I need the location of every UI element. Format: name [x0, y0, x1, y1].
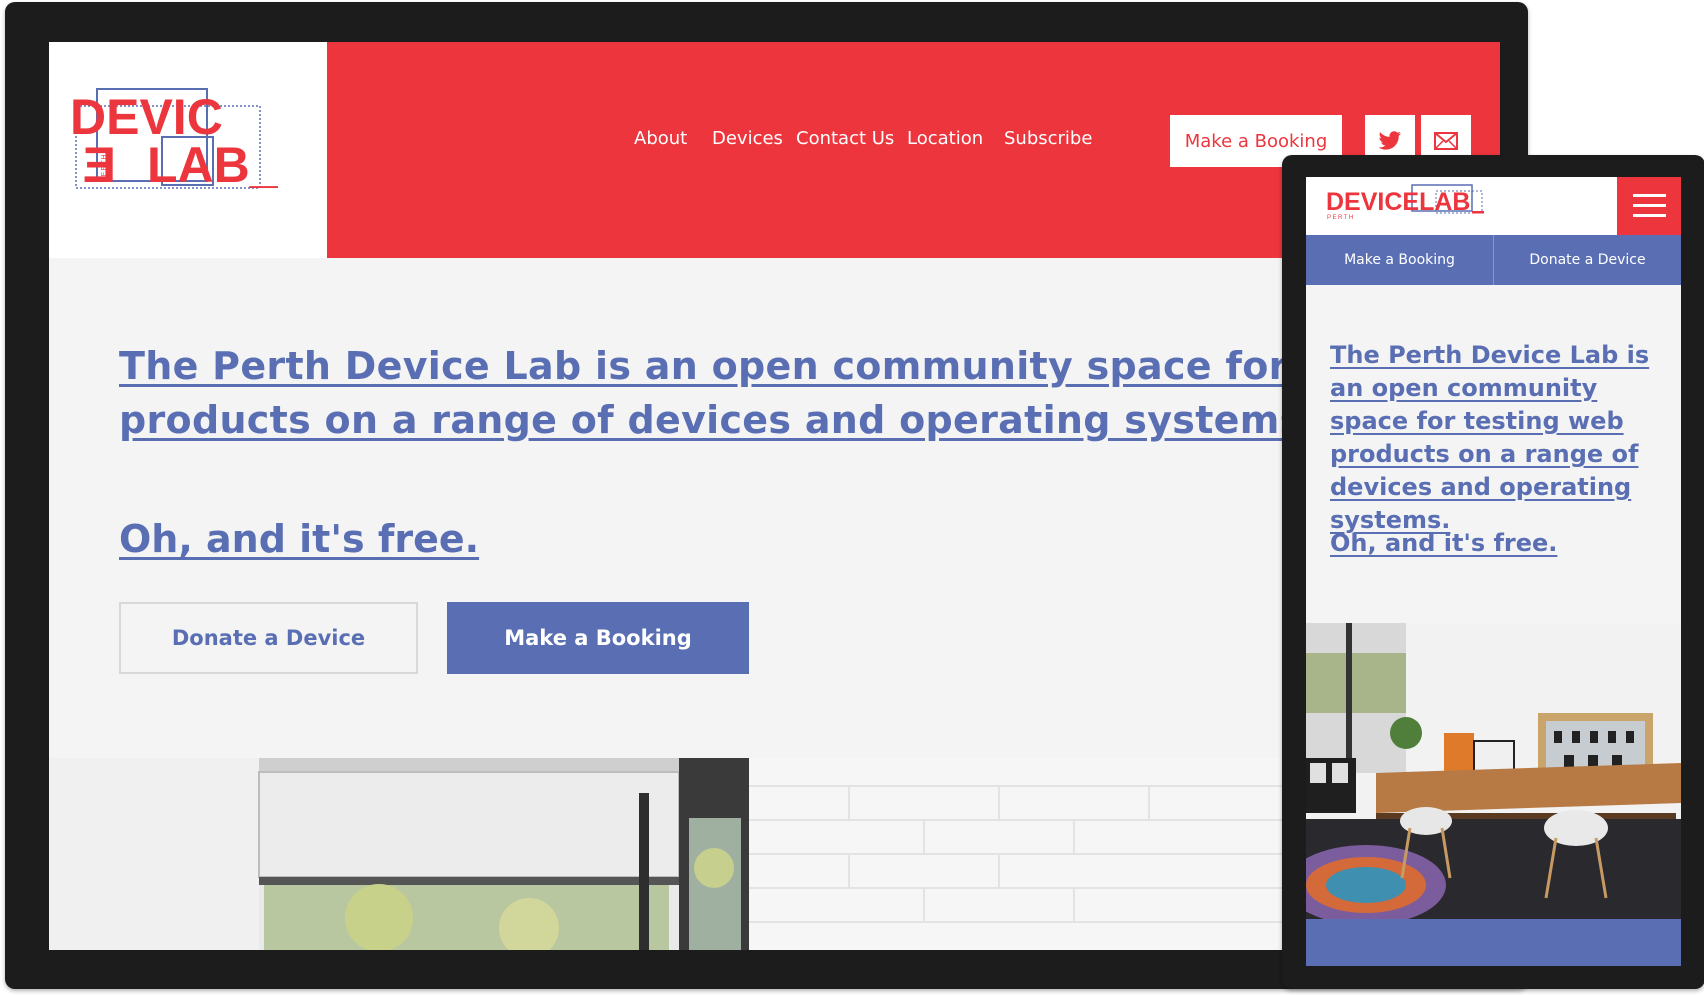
nav-devices[interactable]: Devices — [712, 128, 783, 149]
hamburger-line — [1633, 214, 1666, 217]
make-booking-button[interactable]: Make a Booking — [447, 602, 749, 674]
mobile-booking-button[interactable]: Make a Booking — [1306, 235, 1493, 285]
donate-device-button[interactable]: Donate a Device — [119, 602, 418, 674]
nav-contact-us[interactable]: Contact Us — [796, 128, 894, 149]
svg-text:E: E — [83, 137, 116, 193]
envelope-icon — [1434, 132, 1458, 150]
hamburger-menu-icon — [1633, 194, 1666, 197]
mobile-action-bar: Make a Booking Donate a Device — [1306, 235, 1681, 285]
nav-subscribe[interactable]: Subscribe — [1004, 128, 1092, 149]
twitter-bird-icon — [1378, 131, 1401, 150]
mobile-hero-headline[interactable]: The Perth Device Lab is an open communit… — [1330, 339, 1675, 537]
mobile-office-photo — [1306, 623, 1681, 919]
hero-tagline[interactable]: Oh, and it's free. — [119, 517, 479, 561]
mobile-donate-button[interactable]: Donate a Device — [1493, 235, 1681, 285]
device-lab-logo: DEVIC LAB_ E PERTH — [70, 88, 279, 193]
hamburger-menu-button[interactable] — [1617, 177, 1681, 235]
mobile-footer-bar — [1306, 919, 1681, 966]
mobile-phone-frame: DEVICELAB PERTH Make a Booking Donate a … — [1282, 155, 1704, 989]
svg-text:PERTH: PERTH — [1327, 215, 1355, 221]
svg-text:LAB_: LAB_ — [147, 137, 279, 193]
nav-about[interactable]: About — [634, 128, 687, 149]
logo-container[interactable]: DEVIC LAB_ E PERTH — [49, 42, 327, 258]
svg-text:PERTH: PERTH — [101, 153, 108, 182]
nav-location[interactable]: Location — [907, 128, 983, 149]
mobile-header: DEVICELAB PERTH — [1306, 177, 1681, 235]
svg-text:DEVICELAB: DEVICELAB — [1326, 188, 1470, 216]
hamburger-line — [1633, 204, 1666, 207]
mobile-logo[interactable]: DEVICELAB PERTH — [1326, 177, 1506, 235]
mobile-screen: DEVICELAB PERTH Make a Booking Donate a … — [1306, 177, 1681, 966]
mobile-hero-tagline[interactable]: Oh, and it's free. — [1330, 529, 1557, 557]
